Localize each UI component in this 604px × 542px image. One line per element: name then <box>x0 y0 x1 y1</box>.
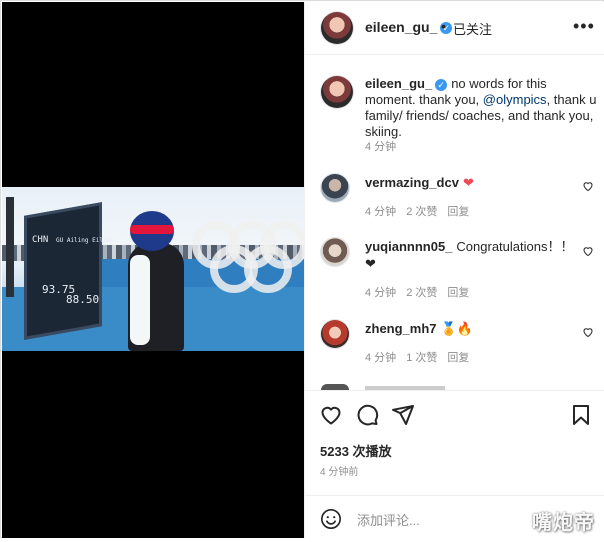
author-username-link[interactable]: eileen_gu_ ✓ <box>365 19 453 35</box>
author-avatar[interactable] <box>321 12 353 44</box>
verified-icon: ✓ <box>435 78 448 91</box>
comment-like-icon[interactable] <box>581 326 595 340</box>
comment-item: zheng_mh7 🏅🔥 <box>365 320 575 337</box>
add-comment-input[interactable] <box>355 508 559 532</box>
post-side-panel: eileen_gu_ ✓ • 已关注 ••• eileen_gu_ ✓ no word… <box>304 2 604 538</box>
like-heart-icon[interactable] <box>319 403 343 427</box>
scoreboard-name: GU Ailing Eileen <box>56 237 114 244</box>
caption-time: 4 分钟 <box>365 141 397 153</box>
caption-avatar[interactable] <box>321 76 353 108</box>
comment-bubble-icon[interactable] <box>355 403 379 427</box>
comment-username[interactable]: vermazing_dcv <box>365 175 459 190</box>
more-options-icon[interactable]: ••• <box>573 16 595 37</box>
header-separator: • <box>441 18 446 34</box>
save-bookmark-icon[interactable] <box>569 403 593 427</box>
comment-like-icon[interactable] <box>581 245 595 259</box>
media-panel[interactable]: CHN GU Ailing Eileen 93.75 88.50 <box>2 2 304 538</box>
post-modal: CHN GU Ailing Eileen 93.75 88.50 eileen_… <box>0 0 604 538</box>
comment-time: 4 分钟 <box>365 206 397 218</box>
reply-button[interactable]: 回复 <box>447 352 469 364</box>
comment-likes[interactable]: 2 次赞 <box>406 206 437 218</box>
athlete-goggles <box>130 225 174 234</box>
reply-button[interactable]: 回复 <box>447 206 469 218</box>
comment-item: yuqiannnn05_ Congratulations！！❤ <box>365 238 575 272</box>
following-button[interactable]: 已关注 <box>453 19 492 38</box>
comment-text: ❤ <box>462 175 474 190</box>
scoreboard-country: CHN <box>32 235 49 245</box>
comment-likes[interactable]: 2 次赞 <box>406 287 437 299</box>
post-timestamp: 4 分钟前 <box>320 467 359 478</box>
mention-link[interactable]: @olympics <box>483 92 547 107</box>
pole <box>6 197 14 297</box>
comment-time: 4 分钟 <box>365 287 397 299</box>
comment-meta: 4 分钟 1 次赞 回复 <box>365 349 479 365</box>
video-player[interactable]: CHN GU Ailing Eileen 93.75 88.50 <box>2 187 304 351</box>
post-caption: eileen_gu_ ✓ no words for this moment. tha… <box>365 76 597 140</box>
add-comment-row: 嘴炮帝 <box>305 495 604 542</box>
comment-meta: 4 分钟 2 次赞 回复 <box>365 203 479 219</box>
olympic-rings <box>188 217 304 327</box>
scoreboard <box>24 202 102 340</box>
comment-item: vermazing_dcv ❤ <box>365 174 575 191</box>
comment-likes[interactable]: 1 次赞 <box>406 352 437 364</box>
comment-like-icon[interactable] <box>581 180 595 194</box>
caption-username[interactable]: eileen_gu_ <box>365 76 432 91</box>
post-header: eileen_gu_ ✓ • 已关注 ••• <box>305 2 604 55</box>
scoreboard-score-2: 88.50 <box>66 293 100 306</box>
comment-text: 🏅🔥 <box>440 321 473 336</box>
action-bar: 5233 次播放 4 分钟前 嘴炮帝 <box>305 390 604 541</box>
comment-username[interactable]: yuqiannnn05_ <box>365 239 452 254</box>
author-username: eileen_gu_ <box>365 19 438 35</box>
reply-button[interactable]: 回复 <box>447 287 469 299</box>
watermark-text: 嘴炮帝 <box>532 512 595 534</box>
view-count[interactable]: 5233 次播放 <box>320 441 392 460</box>
comment-time: 4 分钟 <box>365 352 397 364</box>
share-send-icon[interactable] <box>391 403 415 427</box>
comment-avatar[interactable] <box>321 174 349 202</box>
athlete-bib <box>130 255 150 345</box>
emoji-icon[interactable] <box>320 508 342 530</box>
comment-username[interactable]: zheng_mh7 <box>365 321 437 336</box>
comment-meta: 4 分钟 2 次赞 回复 <box>365 284 479 300</box>
comment-avatar[interactable] <box>321 238 349 266</box>
comment-avatar[interactable] <box>321 320 349 348</box>
